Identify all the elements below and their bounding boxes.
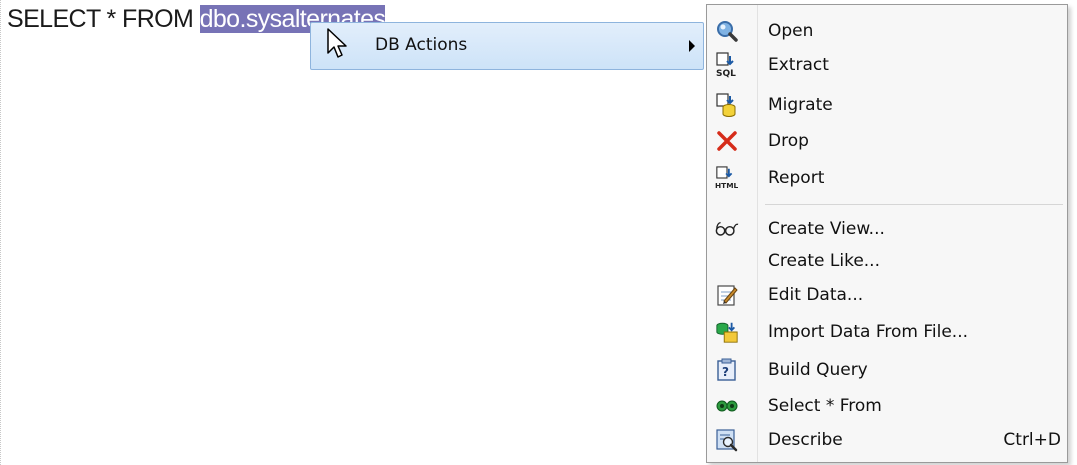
svg-text:SQL: SQL: [716, 69, 736, 78]
db-actions-menu-item[interactable]: DB Actions: [310, 22, 704, 70]
menu-item-label: Build Query: [768, 360, 868, 380]
menu-item-label: Create View...: [768, 219, 885, 239]
menu-item-label: Report: [768, 168, 825, 188]
menu-item-extract[interactable]: SQL Extract: [707, 48, 1067, 82]
menu-item-import-data[interactable]: Import Data From File...: [707, 315, 1067, 349]
menu-item-describe[interactable]: Describe Ctrl+D: [707, 423, 1067, 457]
edit-data-icon: [715, 283, 739, 307]
submenu-arrow-icon: [689, 40, 695, 52]
sql-extract-icon: SQL: [715, 52, 739, 78]
menu-item-label: Create Like...: [768, 251, 880, 271]
menu-item-report[interactable]: HTML Report: [707, 161, 1067, 195]
menu-item-create-like[interactable]: Create Like...: [707, 244, 1067, 278]
menu-separator: [765, 204, 1063, 205]
menu-item-edit-data[interactable]: Edit Data...: [707, 278, 1067, 312]
shortcut-label: Ctrl+D: [1003, 430, 1061, 450]
menu-item-label: Describe: [768, 430, 843, 450]
build-query-icon: ?: [715, 358, 739, 382]
menu-item-label: Drop: [768, 131, 809, 151]
svg-text:HTML: HTML: [715, 181, 739, 190]
magnifier-icon: [715, 19, 739, 43]
migrate-icon: [715, 93, 739, 117]
menu-item-label: Select * From: [768, 396, 882, 416]
menu-item-label: Extract: [768, 55, 829, 75]
svg-text:?: ?: [722, 365, 729, 379]
menu-item-build-query[interactable]: ? Build Query: [707, 353, 1067, 387]
html-report-icon: HTML: [715, 166, 739, 190]
menu-item-label: Open: [768, 21, 814, 41]
describe-icon: [715, 428, 739, 452]
mouse-pointer-icon: [327, 28, 347, 58]
glasses-icon: [715, 217, 739, 241]
db-actions-label: DB Actions: [375, 35, 468, 55]
import-data-icon: [715, 320, 739, 344]
menu-item-open[interactable]: Open: [707, 14, 1067, 48]
menu-item-label: Migrate: [768, 95, 833, 115]
db-actions-context-menu: Open SQL Extract Migrate Drop HTML Repor…: [706, 4, 1068, 463]
menu-item-label: Edit Data...: [768, 285, 864, 305]
menu-item-label: Import Data From File...: [768, 322, 968, 342]
red-x-icon: [715, 129, 739, 153]
sql-prefix: SELECT * FROM: [7, 5, 200, 33]
menu-item-migrate[interactable]: Migrate: [707, 88, 1067, 122]
select-from-icon: [715, 394, 739, 418]
menu-item-drop[interactable]: Drop: [707, 124, 1067, 158]
menu-item-select-from[interactable]: Select * From: [707, 389, 1067, 423]
menu-item-create-view[interactable]: Create View...: [707, 212, 1067, 246]
